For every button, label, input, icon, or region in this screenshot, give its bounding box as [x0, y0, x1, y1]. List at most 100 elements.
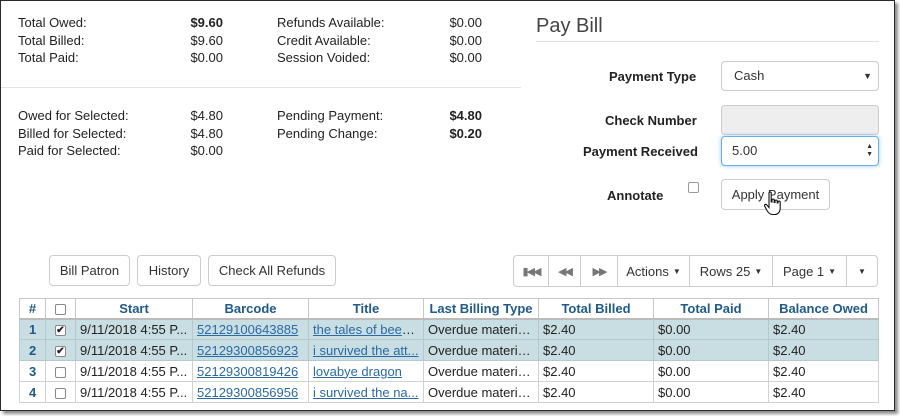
- grid-pager: ▮◀◀ ◀◀ ▶▶ Actions ▼ Rows 25 ▼ Page 1 ▼ ▼: [513, 255, 878, 287]
- row-total-paid: $0.00: [653, 360, 769, 382]
- row-checkbox-checked[interactable]: ✔: [55, 345, 66, 357]
- history-button[interactable]: History: [137, 255, 201, 286]
- row-billing-type: Overdue material...: [423, 339, 539, 361]
- col-header-total-paid[interactable]: Total Paid: [653, 298, 769, 320]
- payment-type-select[interactable]: Cash ▼: [721, 61, 879, 91]
- col-header-balance-owed[interactable]: Balance Owed: [768, 298, 879, 320]
- session-voided-label: Session Voided:: [277, 50, 371, 65]
- total-paid-label: Total Paid:: [18, 50, 79, 65]
- next-page-button[interactable]: ▶▶: [581, 256, 618, 286]
- total-billed-value: $9.60: [190, 32, 223, 48]
- summary-totals: Total Owed: $9.60 Total Billed: $9.60 Tota…: [18, 14, 223, 67]
- row-total-billed: $2.40: [538, 318, 654, 340]
- col-header-last-billing-type[interactable]: Last Billing Type: [423, 298, 539, 320]
- row-select-cell[interactable]: [45, 360, 76, 382]
- caret-down-icon: ▼: [858, 266, 866, 276]
- grid-header: # Start Barcode Title Last Billing Type …: [19, 298, 879, 320]
- col-header-title[interactable]: Title: [308, 298, 424, 320]
- refunds-available-row: Refunds Available: $0.00: [277, 14, 482, 32]
- pending-payment-row: Pending Payment: $4.80: [277, 107, 482, 125]
- total-owed-value: $9.60: [190, 15, 223, 30]
- table-row[interactable]: 2 ✔ 9/11/2018 4:55 P... 52129300856923 i…: [19, 339, 879, 361]
- row-number: 4: [19, 381, 46, 403]
- summary-divider: [1, 87, 521, 88]
- row-total-paid: $0.00: [653, 381, 769, 403]
- row-balance-owed: $2.40: [768, 339, 879, 361]
- select-all-checkbox[interactable]: [55, 303, 66, 315]
- row-title-cell: lovabye dragon: [308, 360, 424, 382]
- first-page-icon: ▮◀◀: [522, 265, 542, 278]
- check-number-label: Check Number: [605, 113, 697, 128]
- first-page-button[interactable]: ▮◀◀: [514, 256, 549, 286]
- credit-available-row: Credit Available: $0.00: [277, 32, 482, 50]
- owed-selected-label: Owed for Selected:: [18, 108, 129, 123]
- annotate-label: Annotate: [607, 188, 664, 203]
- number-spinner-icon[interactable]: ▲ ▼: [866, 143, 873, 159]
- col-header-barcode[interactable]: Barcode: [192, 298, 309, 320]
- page-label: Page 1: [782, 263, 825, 279]
- total-billed-row: Total Billed: $9.60: [18, 32, 223, 50]
- row-barcode-link[interactable]: 52129300856956: [197, 385, 298, 400]
- refunds-available-label: Refunds Available:: [277, 15, 385, 30]
- caret-down-icon: ▼: [754, 266, 763, 276]
- bill-patron-button[interactable]: Bill Patron: [49, 255, 130, 286]
- row-billing-type: Overdue material...: [423, 318, 539, 340]
- row-barcode-cell: 52129300819426: [192, 360, 309, 382]
- row-number: 1: [19, 318, 46, 340]
- row-start: 9/11/2018 4:55 P...: [75, 318, 193, 340]
- caret-down-icon: ▼: [828, 266, 837, 276]
- col-header-start[interactable]: Start: [75, 298, 193, 320]
- row-total-billed: $2.40: [538, 381, 654, 403]
- row-total-billed: $2.40: [538, 360, 654, 382]
- check-number-input[interactable]: [721, 105, 879, 135]
- row-total-billed: $2.40: [538, 339, 654, 361]
- total-paid-row: Total Paid: $0.00: [18, 49, 223, 67]
- row-select-cell[interactable]: ✔: [45, 318, 76, 340]
- row-title-cell: the tales of beedl...: [308, 318, 424, 340]
- paid-selected-row: Paid for Selected: $0.00: [18, 142, 223, 160]
- row-title-cell: i survived the att...: [308, 339, 424, 361]
- row-title-link[interactable]: i survived the att...: [313, 343, 419, 358]
- col-header-select-all[interactable]: [45, 298, 76, 320]
- row-title-link[interactable]: lovabye dragon: [313, 364, 402, 379]
- pending-change-label: Pending Change:: [277, 125, 378, 141]
- grid-options-dropdown[interactable]: ▼: [847, 256, 877, 286]
- annotate-checkbox[interactable]: [688, 182, 699, 193]
- row-checkbox[interactable]: [55, 366, 66, 378]
- row-select-cell[interactable]: [45, 381, 76, 403]
- payment-type-label: Payment Type: [609, 69, 697, 84]
- billing-panel: Total Owed: $9.60 Total Billed: $9.60 Tota…: [0, 0, 895, 411]
- col-header-total-billed[interactable]: Total Billed: [538, 298, 654, 320]
- col-header-number[interactable]: #: [19, 298, 46, 320]
- table-row[interactable]: 3 9/11/2018 4:55 P... 52129300819426 lov…: [19, 360, 879, 382]
- page-dropdown[interactable]: Page 1 ▼: [773, 256, 847, 286]
- payment-received-input[interactable]: 5.00 ▲ ▼: [721, 136, 879, 166]
- actions-dropdown[interactable]: Actions ▼: [618, 256, 690, 286]
- row-barcode-link[interactable]: 52129300819426: [197, 364, 298, 379]
- row-barcode-link[interactable]: 52129100643885: [197, 322, 298, 337]
- table-row[interactable]: 4 9/11/2018 4:55 P... 52129300856956 i s…: [19, 381, 879, 403]
- owed-selected-value: $4.80: [190, 108, 223, 123]
- pending-change-row: Pending Change: $0.20: [277, 125, 482, 143]
- total-owed-label: Total Owed:: [18, 15, 87, 30]
- row-balance-owed: $2.40: [768, 360, 879, 382]
- row-checkbox-checked[interactable]: ✔: [55, 324, 66, 336]
- prev-page-button[interactable]: ◀◀: [549, 256, 581, 286]
- payment-type-value: Cash: [734, 68, 765, 83]
- caret-down-icon: ▼: [863, 71, 872, 81]
- row-checkbox[interactable]: [55, 387, 66, 399]
- check-all-refunds-button[interactable]: Check All Refunds: [208, 255, 336, 286]
- rows-dropdown[interactable]: Rows 25 ▼: [690, 256, 773, 286]
- row-balance-owed: $2.40: [768, 381, 879, 403]
- row-barcode-link[interactable]: 52129300856923: [197, 343, 298, 358]
- row-title-link[interactable]: i survived the na...: [313, 385, 419, 400]
- billed-selected-label: Billed for Selected:: [18, 125, 127, 141]
- refunds-available-value: $0.00: [449, 15, 482, 30]
- total-owed-row: Total Owed: $9.60: [18, 14, 223, 32]
- row-title-link[interactable]: the tales of beedl...: [313, 322, 423, 337]
- row-number: 3: [19, 360, 46, 382]
- session-voided-row: Session Voided: $0.00: [277, 49, 482, 67]
- pending-payment-label: Pending Payment:: [277, 108, 384, 123]
- table-row[interactable]: 1 ✔ 9/11/2018 4:55 P... 52129100643885 t…: [19, 318, 879, 340]
- row-select-cell[interactable]: ✔: [45, 339, 76, 361]
